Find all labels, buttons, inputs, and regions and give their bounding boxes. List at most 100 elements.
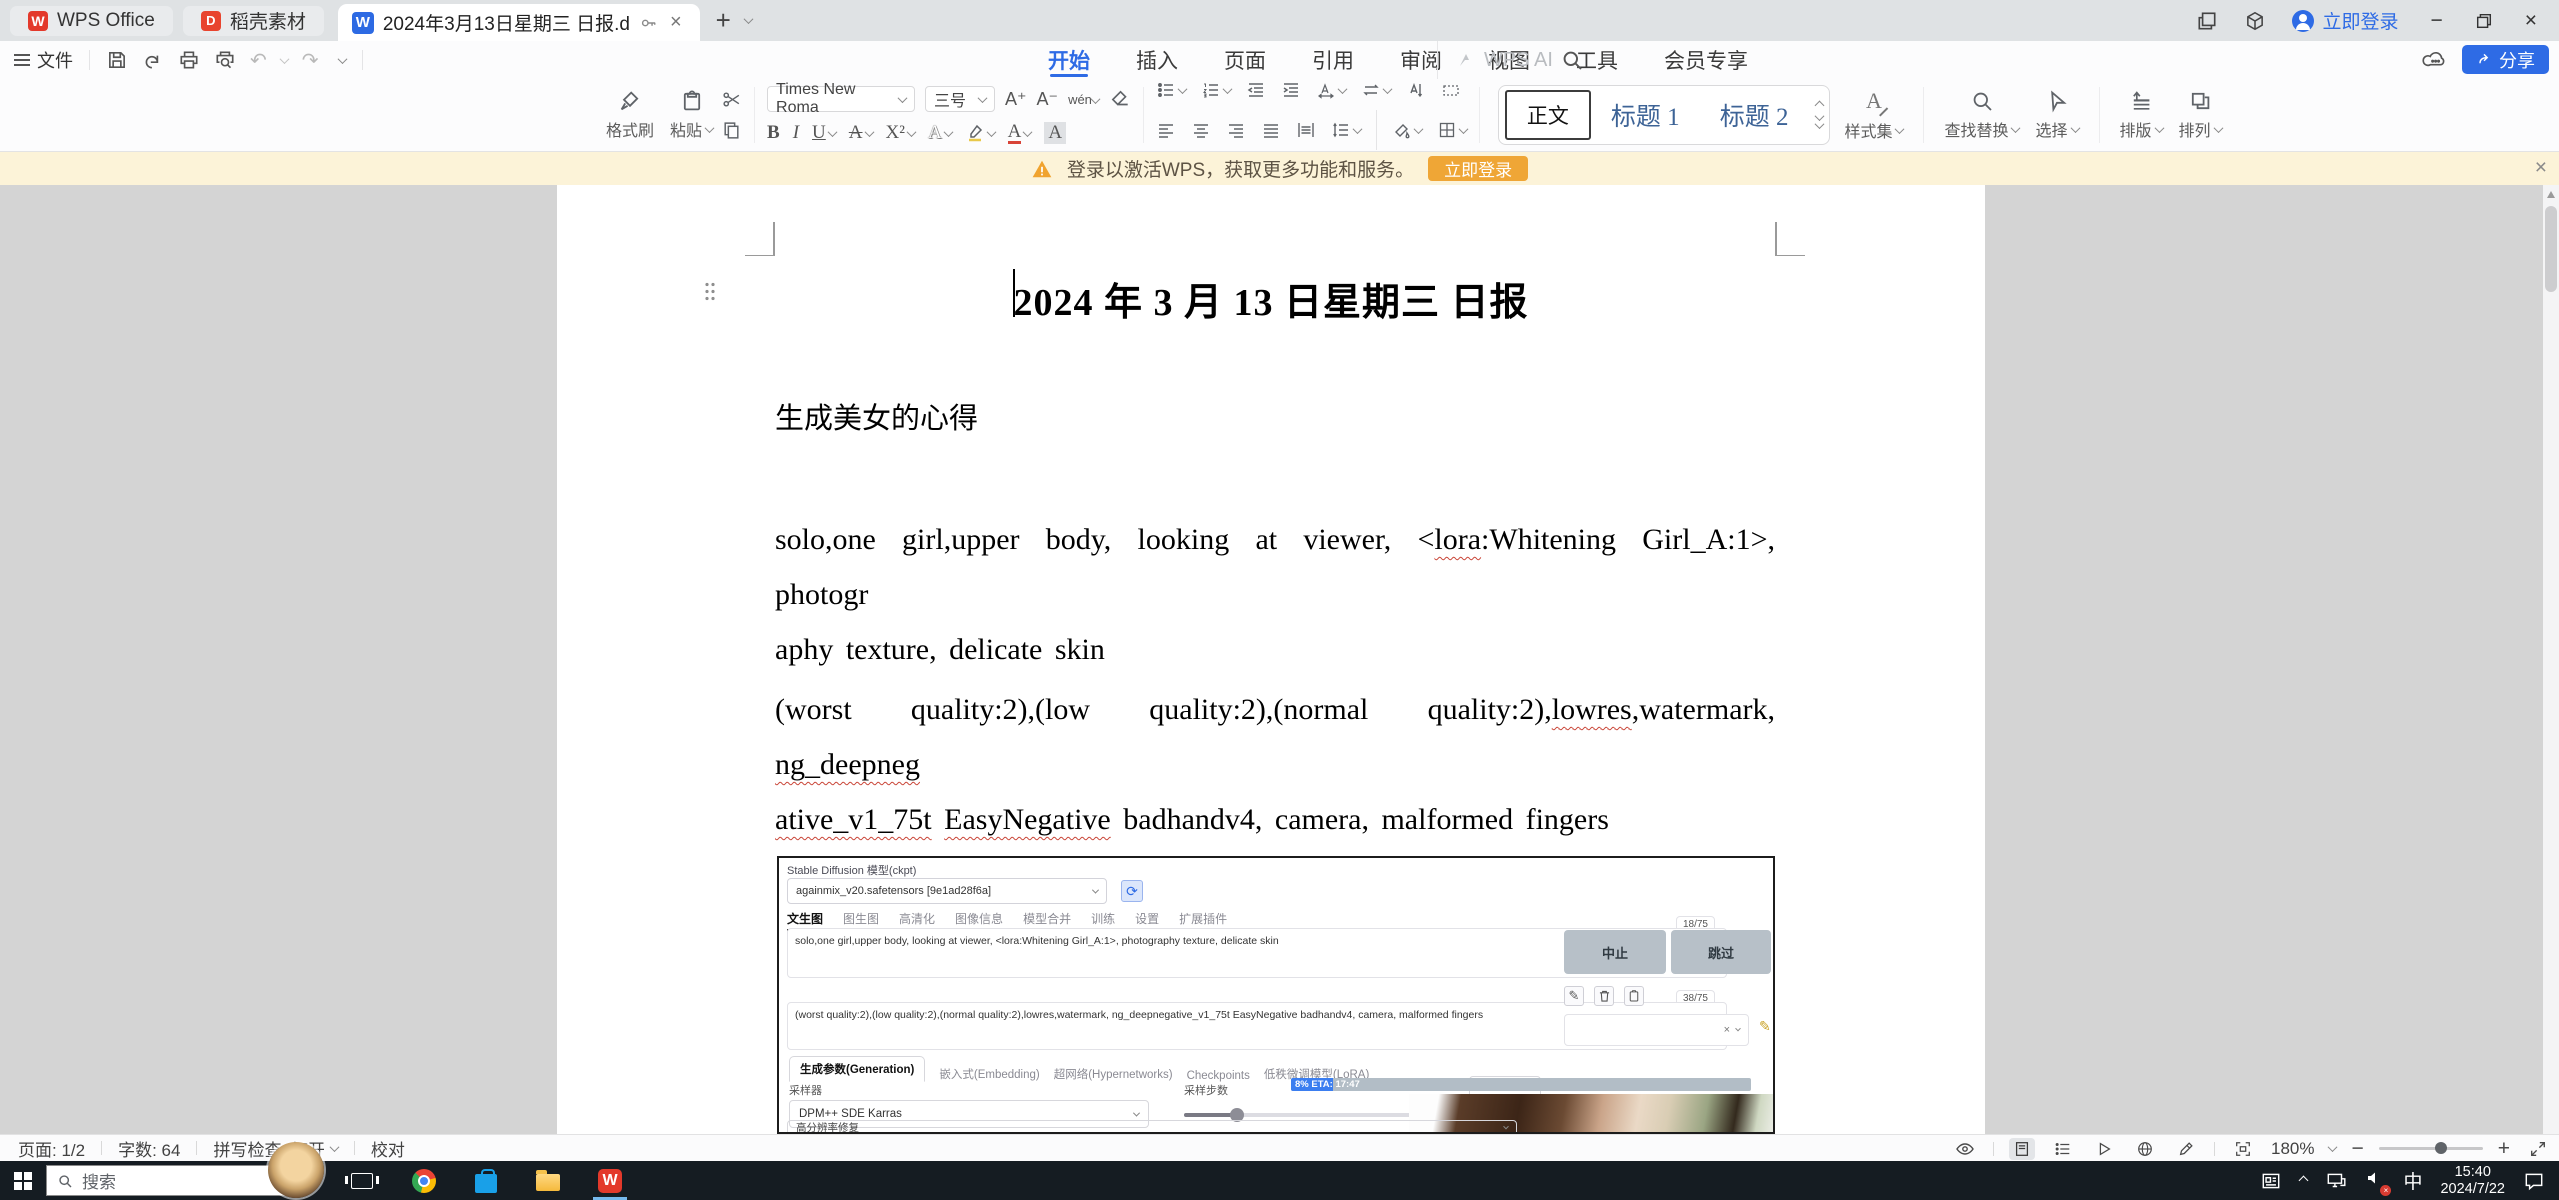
increase-indent-button[interactable]	[1281, 80, 1301, 100]
ime-indicator[interactable]: 中	[2403, 1167, 2422, 1194]
task-view-button[interactable]	[342, 1161, 382, 1200]
line-spacing-button[interactable]	[1331, 120, 1351, 140]
close-button[interactable]: ×	[2519, 9, 2543, 33]
text-direction-button[interactable]	[1361, 80, 1381, 100]
decrease-font-button[interactable]: A⁻	[1037, 89, 1059, 110]
decrease-indent-button[interactable]	[1246, 80, 1266, 100]
search-icon[interactable]	[1560, 48, 1584, 72]
align-center-button[interactable]	[1191, 120, 1211, 140]
taskbar-chrome-button[interactable]	[404, 1161, 444, 1200]
distribute-button[interactable]	[1296, 120, 1316, 140]
arrange-button[interactable]: 排列	[2171, 83, 2230, 147]
volume-muted-icon[interactable]: ×	[2365, 1168, 2385, 1193]
zoom-in-button[interactable]: +	[2498, 1137, 2510, 1161]
restore-button[interactable]	[2475, 12, 2493, 30]
justify-button[interactable]	[1261, 120, 1281, 140]
format-painter-button[interactable]: 格式刷	[598, 83, 662, 147]
fullscreen-button[interactable]	[2525, 1138, 2551, 1160]
undo-chevron-icon[interactable]	[279, 54, 289, 64]
window-switch-icon[interactable]	[2196, 10, 2218, 32]
zoom-chevron-icon[interactable]	[2328, 1142, 2338, 1152]
underline-button[interactable]: U	[812, 122, 826, 144]
floating-user-avatar[interactable]	[268, 1142, 324, 1198]
italic-button[interactable]: I	[793, 122, 799, 144]
tray-expand-icon[interactable]	[2299, 1176, 2309, 1186]
find-replace-button[interactable]: 查找替换	[1936, 83, 2027, 147]
typeset-button[interactable]: 排版	[2112, 83, 2171, 147]
web-view-button[interactable]	[2132, 1138, 2158, 1160]
workspace-cube-icon[interactable]	[2244, 10, 2266, 32]
print-icon[interactable]	[178, 49, 200, 71]
print-preview-icon[interactable]	[214, 49, 236, 71]
gallery-more-icon[interactable]	[1815, 119, 1825, 129]
tab-reference[interactable]: 引用	[1312, 41, 1354, 79]
minimize-button[interactable]: −	[2424, 9, 2448, 33]
scroll-up-icon[interactable]	[2547, 191, 2555, 198]
tab-member[interactable]: 会员专享	[1664, 41, 1748, 79]
bullet-list-button[interactable]	[1156, 80, 1176, 100]
style-heading2[interactable]: 标题 2	[1700, 97, 1809, 133]
bold-button[interactable]: B	[767, 122, 780, 144]
embedded-sd-screenshot[interactable]: Stable Diffusion 模型(ckpt) againmix_v20.s…	[777, 856, 1775, 1134]
taskbar-explorer-button[interactable]	[528, 1161, 568, 1200]
notice-login-button[interactable]: 立即登录	[1428, 156, 1528, 181]
news-widget-icon[interactable]	[2260, 1170, 2282, 1192]
action-center-icon[interactable]	[2523, 1170, 2545, 1192]
redo-icon[interactable]: ↷	[302, 48, 319, 73]
export-icon[interactable]	[142, 49, 164, 71]
vertical-scrollbar[interactable]	[2543, 185, 2559, 1134]
save-icon[interactable]	[106, 49, 128, 71]
undo-icon[interactable]: ↶	[250, 48, 267, 73]
wps-ai-button[interactable]: WPS AI	[1437, 41, 1553, 79]
borders-button[interactable]	[1437, 120, 1457, 140]
quickbar-more-chevron-icon[interactable]	[337, 54, 347, 64]
font-color-button[interactable]: A	[1008, 122, 1022, 144]
cloud-sync-icon[interactable]	[2422, 47, 2448, 73]
tab-review[interactable]: 审阅	[1400, 41, 1442, 79]
proofing-button[interactable]: 校对	[371, 1136, 405, 1161]
tab-wps-home[interactable]: W WPS Office	[10, 6, 173, 36]
select-button[interactable]: 选择	[2027, 83, 2086, 147]
zoom-out-button[interactable]: −	[2351, 1137, 2363, 1161]
shading-button[interactable]	[1392, 120, 1412, 140]
paste-button[interactable]: 粘贴	[662, 83, 721, 147]
pinyin-guide-button[interactable]: wén	[1068, 92, 1099, 107]
zoom-slider[interactable]	[2379, 1147, 2483, 1150]
new-tab-button[interactable]: +	[716, 5, 731, 36]
strikethrough-button[interactable]: A	[849, 122, 863, 144]
network-icon[interactable]	[2325, 1170, 2347, 1192]
share-button[interactable]: 分享	[2462, 45, 2549, 74]
copy-icon[interactable]	[721, 120, 742, 141]
fit-page-button[interactable]	[2230, 1138, 2256, 1160]
tab-insert[interactable]: 插入	[1136, 41, 1178, 79]
cut-icon[interactable]	[721, 89, 742, 110]
document-page[interactable]: 2024 年 3 月 13 日星期三 日报 生成美女的心得 solo,one g…	[557, 185, 1985, 1134]
style-heading1[interactable]: 标题 1	[1591, 97, 1700, 133]
ink-pen-button[interactable]	[2173, 1138, 2199, 1160]
sort-button[interactable]	[1406, 80, 1426, 100]
highlight-button[interactable]	[965, 123, 985, 143]
text-effects-button[interactable]: A	[928, 122, 942, 144]
tab-list-chevron-icon[interactable]	[743, 14, 753, 24]
taskbar-wps-button[interactable]: W	[590, 1161, 630, 1200]
start-button[interactable]	[0, 1161, 46, 1200]
font-size-select[interactable]: 三号	[925, 86, 995, 112]
taskbar-store-button[interactable]	[466, 1161, 506, 1200]
char-shading-button[interactable]: A	[1044, 122, 1066, 144]
numbered-list-button[interactable]	[1201, 80, 1221, 100]
word-count[interactable]: 字数: 64	[118, 1136, 180, 1161]
read-mode-button[interactable]	[1952, 1138, 1978, 1160]
tab-home[interactable]: 开始	[1048, 41, 1090, 79]
notice-close-icon[interactable]: ×	[2535, 156, 2547, 180]
tab-docer[interactable]: D 稻壳素材	[183, 6, 324, 36]
taskbar-search-box[interactable]: 搜索	[46, 1165, 304, 1196]
outline-view-button[interactable]	[2050, 1138, 2076, 1160]
file-menu-button[interactable]: 文件	[14, 47, 73, 73]
align-left-button[interactable]	[1156, 120, 1176, 140]
style-set-button[interactable]: A 样式集	[1836, 83, 1911, 147]
align-right-button[interactable]	[1226, 120, 1246, 140]
increase-font-button[interactable]: A⁺	[1005, 89, 1027, 110]
gallery-up-icon[interactable]	[1815, 100, 1825, 110]
zoom-level[interactable]: 180%	[2271, 1139, 2314, 1159]
tab-close-icon[interactable]: ×	[666, 11, 686, 34]
